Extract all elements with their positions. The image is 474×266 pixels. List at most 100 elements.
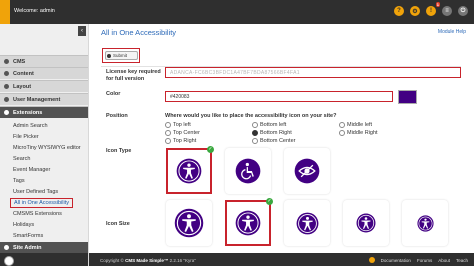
color-label: Color [106, 91, 121, 97]
bullet-icon [4, 97, 9, 102]
sidebar-section-label: Site Admin [13, 244, 42, 251]
person-standing-icon [356, 213, 376, 235]
collapse-sidebar-icon[interactable]: ‹ [78, 26, 86, 36]
footer-link-about[interactable]: About [438, 258, 450, 263]
bell-icon[interactable]: ! 1 [426, 2, 440, 16]
color-swatch[interactable] [398, 90, 417, 104]
position-radio-label: Middle Right [347, 130, 378, 136]
bullet-icon [4, 71, 9, 76]
icon-size-label: Icon Size [106, 221, 130, 227]
selected-check-icon: ✓ [207, 146, 214, 153]
radio-dot-icon [339, 122, 345, 128]
copyright-text: Copyright © CMS Made Simple™ 2.2.16 "Kyr… [100, 258, 196, 263]
radio-dot-icon [165, 130, 171, 136]
sidebar-item-admin-search[interactable]: Admin Search [13, 123, 48, 129]
gear-icon[interactable]: ⚙ [410, 6, 420, 16]
icon-size-option[interactable] [343, 200, 389, 246]
position-radio-label: Bottom Center [260, 138, 296, 144]
sidebar-item-search[interactable]: Search [13, 156, 30, 162]
radio-dot-icon [252, 130, 258, 136]
icon-size-option[interactable] [402, 200, 448, 246]
eye-icon [294, 158, 320, 186]
position-radio[interactable]: Top left [165, 122, 191, 128]
footer-link-teach[interactable]: Teach [456, 258, 468, 263]
footer-link-documentation[interactable]: Documentation [381, 258, 411, 263]
settings-icon[interactable] [4, 256, 14, 266]
sidebar-section-site-admin[interactable]: Site Admin [0, 242, 88, 253]
selected-check-icon: ✓ [266, 198, 273, 205]
icon-type-option[interactable] [225, 148, 271, 194]
person-standing-icon [176, 158, 202, 186]
icon-size-option[interactable] [166, 200, 212, 246]
icon-type-option[interactable] [284, 148, 330, 194]
copyright-brand[interactable]: CMS Made Simple™ [125, 258, 168, 263]
position-radio[interactable]: Middle Right [339, 130, 378, 136]
sidebar-item-event-manager[interactable]: Event Manager [13, 167, 50, 173]
sidebar-footer [0, 253, 88, 266]
icon-size-option[interactable] [284, 200, 330, 246]
position-radio-label: Top Center [173, 130, 200, 136]
person-standing-icon [174, 208, 204, 240]
submit-button[interactable]: Submit [105, 51, 138, 60]
sidebar-item-holidays[interactable]: Holidays [13, 222, 34, 228]
icon-type-label: Icon Type [106, 148, 132, 154]
sidebar-item-tags[interactable]: Tags [13, 178, 25, 184]
position-radio[interactable]: Top Center [165, 130, 200, 136]
sidebar-section-label: Content [13, 70, 34, 77]
cms-logo-tab[interactable] [0, 0, 10, 24]
version-text: 2.2.16 "Kyra" [169, 258, 196, 263]
icon-size-option[interactable]: ✓ [225, 198, 273, 246]
sidebar-section-layout[interactable]: Layout [0, 80, 88, 92]
footer-links: Documentation Forums About Teach [368, 257, 468, 263]
notification-badge: 1 [435, 2, 440, 7]
sidebar-section-cms[interactable]: CMS [0, 55, 88, 67]
main-content: All in One Accessibility Module Help Sub… [89, 24, 474, 253]
sidebar-section-label: CMS [13, 58, 26, 65]
position-radio-label: Top Right [173, 138, 197, 144]
icon-type-option[interactable]: ✓ [166, 146, 214, 194]
person-standing-icon [235, 210, 261, 238]
position-label: Position [106, 113, 128, 119]
module-help-link[interactable]: Module Help [438, 29, 466, 35]
submit-highlight: Submit [102, 48, 140, 63]
help-icon[interactable]: ? [394, 6, 404, 16]
license-label: License key required for full version [106, 69, 161, 82]
sidebar-section-content[interactable]: Content [0, 67, 88, 79]
bullet-icon [4, 110, 9, 115]
logout-icon[interactable]: ⏻ [458, 6, 468, 16]
position-radio[interactable]: Bottom Right [252, 130, 292, 136]
person-standing-icon [416, 214, 434, 234]
position-radio[interactable]: Top Right [165, 138, 196, 144]
position-radio[interactable]: Bottom Center [252, 138, 295, 144]
bullet-icon [4, 245, 9, 250]
radio-dot-icon [165, 138, 171, 144]
bookmark-icon[interactable]: ≡ [442, 6, 452, 16]
position-radio[interactable]: Bottom left [252, 122, 286, 128]
page-title: All in One Accessibility [101, 28, 177, 37]
person-standing-icon [296, 212, 319, 237]
sidebar-item-microtiny[interactable]: MicroTiny WYSIWYG editor [13, 145, 81, 151]
sidebar-item-user-defined-tags[interactable]: User Defined Tags [13, 189, 58, 195]
position-radio-label: Middle left [347, 122, 373, 128]
check-circle-icon [107, 53, 111, 58]
radio-dot-icon [252, 122, 258, 128]
sidebar-section-user-management[interactable]: User Management [0, 93, 88, 105]
bullet-icon [4, 84, 9, 89]
license-key-input[interactable]: ADANCA-FC6BC3BFDC1A47BF7BDA87566BF4FA1 [165, 67, 461, 78]
position-question: Where would you like to place the access… [165, 113, 337, 119]
color-input[interactable]: #420083 [165, 91, 393, 102]
footer: Copyright © CMS Made Simple™ 2.2.16 "Kyr… [89, 253, 474, 266]
footer-link-forums[interactable]: Forums [417, 258, 432, 263]
top-bar: Welcome: admin ? ⚙ ! 1 ≡ ⏻ [0, 0, 474, 24]
position-radio-label: Bottom left [260, 122, 287, 128]
sidebar-section-extensions[interactable]: Extensions [0, 106, 88, 118]
welcome-text: Welcome: admin [14, 8, 55, 14]
sidebar-item-file-picker[interactable]: File Picker [13, 134, 39, 140]
sidebar-item-smartforms[interactable]: SmartForms [13, 233, 43, 239]
sidebar-item-cmsms-extensions[interactable]: CMSMS Extensions [13, 211, 62, 217]
sidebar-section-label: Extensions [13, 109, 43, 116]
sidebar-section-label: Layout [13, 83, 32, 90]
position-radio[interactable]: Middle left [339, 122, 372, 128]
cms-logo-icon [368, 257, 375, 263]
sidebar-item-all-in-one-accessibility[interactable]: All in One Accessibility [10, 198, 74, 208]
